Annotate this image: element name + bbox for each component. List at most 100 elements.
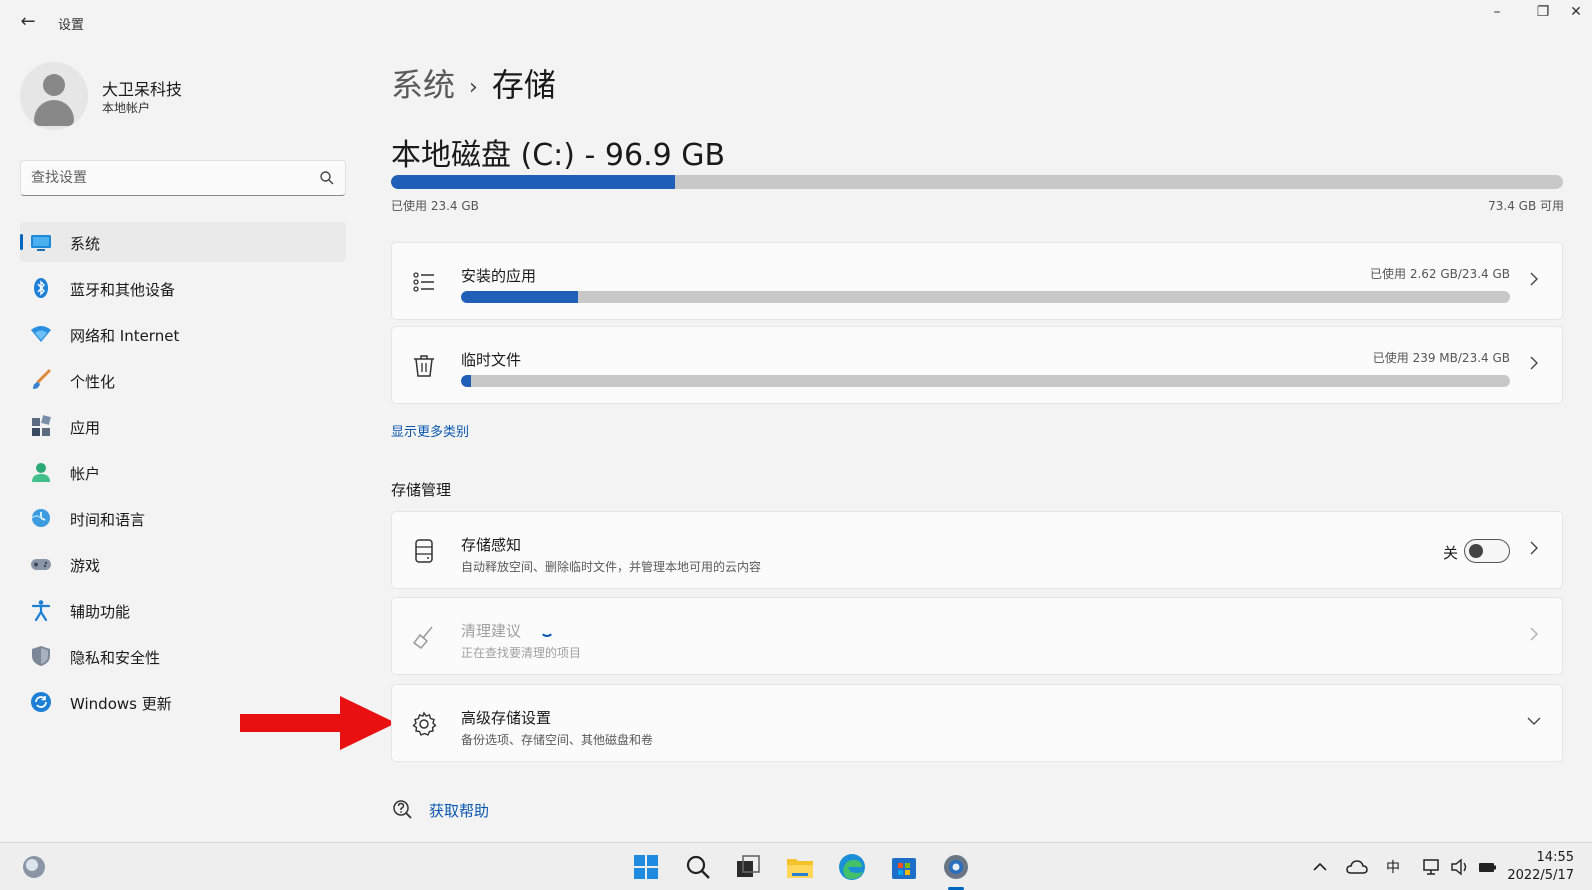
weather-widget-icon[interactable]: [20, 853, 48, 881]
storage-management-heading: 存储管理: [391, 481, 452, 499]
search-icon[interactable]: [682, 851, 714, 883]
sidebar-item-label: 应用: [70, 419, 101, 437]
taskbar: 中 14:55 2022/5/17: [0, 842, 1592, 890]
category-title: 安装的应用: [461, 267, 537, 285]
sidebar-item-bluetooth[interactable]: 蓝牙和其他设备: [20, 268, 346, 308]
volume-icon[interactable]: [1450, 857, 1470, 877]
ime-indicator[interactable]: 中: [1386, 857, 1400, 877]
settings-icon[interactable]: [940, 851, 972, 883]
sidebar-item-privacy[interactable]: 隐私和安全性: [20, 636, 346, 676]
clock-date: 2022/5/17: [1507, 868, 1574, 883]
windows-start-icon[interactable]: [630, 851, 662, 883]
file-explorer-icon[interactable]: [784, 851, 816, 883]
breadcrumb: 系统 › 存储: [391, 60, 556, 106]
apps-icon: [32, 415, 51, 436]
category-title: 临时文件: [461, 351, 522, 369]
back-arrow-icon[interactable]: ←: [16, 10, 40, 34]
cleanup-recommendations-card[interactable]: 清理建议 正在查找要清理的项目: [391, 597, 1563, 675]
sidebar-item-accessibility[interactable]: 辅助功能: [20, 590, 346, 630]
sidebar-item-label: 个性化: [70, 373, 116, 391]
cleanup-title: 清理建议: [461, 622, 522, 640]
sidebar-item-label: 隐私和安全性: [70, 649, 161, 667]
chevron-right-icon: [1530, 356, 1538, 370]
sidebar-item-label: Windows 更新: [70, 695, 172, 713]
title-bar: ← 设置 – ❐ ✕: [0, 0, 1592, 44]
advanced-storage-settings-card[interactable]: 高级存储设置 备份选项、存储空间、其他磁盘和卷: [391, 684, 1563, 762]
windows-update-icon: [31, 692, 51, 712]
list-icon: [413, 272, 434, 292]
category-usage-bar: [461, 375, 1510, 387]
network-status-icon[interactable]: [1422, 857, 1442, 877]
privacy-shield-icon: [32, 646, 50, 666]
disk-used-label: 已使用 23.4 GB: [391, 199, 479, 213]
disk-free-label: 73.4 GB 可用: [1488, 199, 1564, 213]
breadcrumb-separator: ›: [469, 74, 478, 100]
onedrive-cloud-icon[interactable]: [1346, 857, 1368, 877]
minimize-icon[interactable]: –: [1474, 0, 1520, 28]
battery-icon[interactable]: [1478, 857, 1498, 877]
sidebar-item-accounts[interactable]: 帐户: [20, 452, 346, 492]
task-view-icon[interactable]: [732, 851, 764, 883]
toggle-knob: [1469, 544, 1483, 558]
edge-browser-icon[interactable]: [836, 851, 868, 883]
account-icon: [32, 463, 50, 482]
app-title: 设置: [58, 18, 85, 33]
search-input[interactable]: [31, 167, 301, 189]
storage-sense-toggle[interactable]: [1464, 539, 1510, 563]
sidebar-item-label: 系统: [70, 235, 101, 253]
store-icon[interactable]: [888, 851, 920, 883]
chevron-up-icon[interactable]: [1310, 857, 1330, 877]
storage-drive-icon: [415, 539, 433, 563]
advanced-storage-description: 备份选项、存储空间、其他磁盘和卷: [461, 733, 654, 747]
breadcrumb-parent[interactable]: 系统: [391, 66, 455, 104]
sidebar-item-network[interactable]: 网络和 Internet: [20, 314, 346, 354]
disk-usage-fill: [391, 175, 675, 189]
search-box[interactable]: [20, 160, 346, 196]
category-installed-apps[interactable]: 安装的应用 已使用 2.62 GB/23.4 GB: [391, 242, 1563, 320]
trash-icon: [414, 355, 434, 377]
storage-sense-title: 存储感知: [461, 536, 522, 554]
sidebar-item-time-language[interactable]: 时间和语言: [20, 498, 346, 538]
accessibility-icon: [31, 600, 51, 621]
annotation-arrow: [240, 696, 396, 750]
category-usage: 已使用 2.62 GB/23.4 GB: [1370, 267, 1510, 281]
get-help-link[interactable]: 获取帮助: [429, 800, 489, 821]
time-language-icon: [31, 509, 50, 527]
category-usage-fill: [461, 375, 472, 387]
chevron-right-icon: [1530, 272, 1538, 286]
sidebar-item-label: 帐户: [70, 465, 101, 483]
cleanup-description: 正在查找要清理的项目: [461, 646, 582, 660]
clock-time: 14:55: [1536, 850, 1574, 865]
avatar[interactable]: [20, 62, 88, 130]
category-usage-bar: [461, 291, 1510, 303]
chevron-right-icon: [1530, 627, 1538, 641]
show-more-categories-link[interactable]: 显示更多类别: [391, 421, 469, 440]
personalization-brush-icon: [33, 369, 51, 389]
advanced-storage-title: 高级存储设置: [461, 709, 552, 727]
broom-icon: [412, 626, 433, 650]
system-clock[interactable]: 14:55 2022/5/17: [1507, 849, 1574, 885]
storage-sense-description: 自动释放空间、删除临时文件，并管理本地可用的云内容: [461, 560, 762, 574]
category-temp-files[interactable]: 临时文件 已使用 239 MB/23.4 GB: [391, 326, 1563, 404]
sidebar-item-label: 游戏: [70, 557, 101, 575]
sidebar-item-label: 网络和 Internet: [70, 327, 180, 345]
page-title: 存储: [491, 66, 556, 104]
search-icon: [320, 171, 334, 185]
gaming-icon: [31, 559, 51, 570]
profile-name: 大卫呆科技: [102, 80, 183, 99]
sidebar-nav: 系统 蓝牙和其他设备 网络和 Internet 个性化 应用 帐户 时间和语言 …: [20, 222, 346, 728]
close-icon[interactable]: ✕: [1560, 0, 1592, 28]
storage-sense-card[interactable]: 存储感知 自动释放空间、删除临时文件，并管理本地可用的云内容 关: [391, 511, 1563, 589]
category-usage-fill: [461, 291, 579, 303]
sidebar-item-apps[interactable]: 应用: [20, 406, 346, 446]
sidebar-item-system[interactable]: 系统: [20, 222, 346, 262]
bluetooth-icon: [34, 278, 48, 298]
sidebar-item-personalization[interactable]: 个性化: [20, 360, 346, 400]
disk-title: 本地磁盘 (C:) - 96.9 GB: [391, 138, 726, 173]
chevron-right-icon: [1530, 541, 1538, 555]
storage-sense-toggle-label: 关: [1442, 544, 1458, 562]
sidebar-item-label: 时间和语言: [70, 511, 146, 529]
profile-account-type: 本地帐户: [102, 101, 151, 115]
sidebar-item-gaming[interactable]: 游戏: [20, 544, 346, 584]
gear-icon: [412, 711, 437, 736]
